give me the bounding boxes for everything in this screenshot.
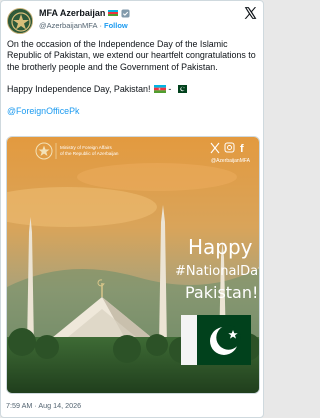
follow-button[interactable]: Follow — [104, 21, 128, 30]
mfa-emblem-icon — [8, 9, 32, 33]
mention-link[interactable]: @ForeignOfficePk — [7, 106, 79, 116]
social-handle: @AzerbaijanMFA — [211, 158, 251, 164]
azerbaijan-flag-icon — [108, 9, 119, 17]
tweet-paragraph: Happy Independence Day, Pakistan! - — [7, 84, 259, 95]
verified-badge-icon — [121, 8, 130, 18]
tweet-paragraph: On the occasion of the Independence Day … — [7, 39, 256, 72]
tweet-card: MFA Azerbaijan @AzerbaijanMFA · Follow O… — [0, 0, 264, 418]
pakistan-flag-graphic — [181, 315, 251, 365]
tweet-text: On the occasion of the Independence Day … — [7, 39, 259, 117]
ministry-line2: of the Republic of Azerbaijan — [60, 151, 119, 156]
account-handle[interactable]: @AzerbaijanMFA — [39, 21, 97, 30]
x-logo-icon[interactable] — [243, 6, 257, 20]
account-name[interactable]: MFA Azerbaijan — [39, 8, 105, 18]
separator-dot: · — [99, 21, 102, 30]
facebook-icon: f — [240, 143, 244, 155]
greeting-text: Happy Independence Day, Pakistan! — [7, 83, 151, 94]
ministry-line1: Ministry of Foreign Affairs — [60, 145, 112, 150]
tweet-media-image[interactable]: Ministry of Foreign Affairs of the Repub… — [6, 136, 260, 394]
tweet-timestamp[interactable]: 7:59 AM · Aug 14, 2026 — [6, 401, 81, 410]
greeting-happy: Happy — [188, 235, 253, 259]
author-block: MFA Azerbaijan @AzerbaijanMFA · Follow — [39, 7, 229, 30]
pakistan-flag-icon — [174, 84, 187, 93]
azerbaijan-flag-icon — [153, 84, 166, 93]
greeting-pakistan: Pakistan! — [185, 283, 258, 302]
flag-separator: - — [168, 83, 172, 94]
independence-day-graphic: Ministry of Foreign Affairs of the Repub… — [7, 137, 260, 393]
account-avatar[interactable] — [7, 8, 33, 34]
greeting-hashtag: #NationalDay — [175, 264, 260, 279]
tweet-header: MFA Azerbaijan @AzerbaijanMFA · Follow — [7, 6, 259, 38]
